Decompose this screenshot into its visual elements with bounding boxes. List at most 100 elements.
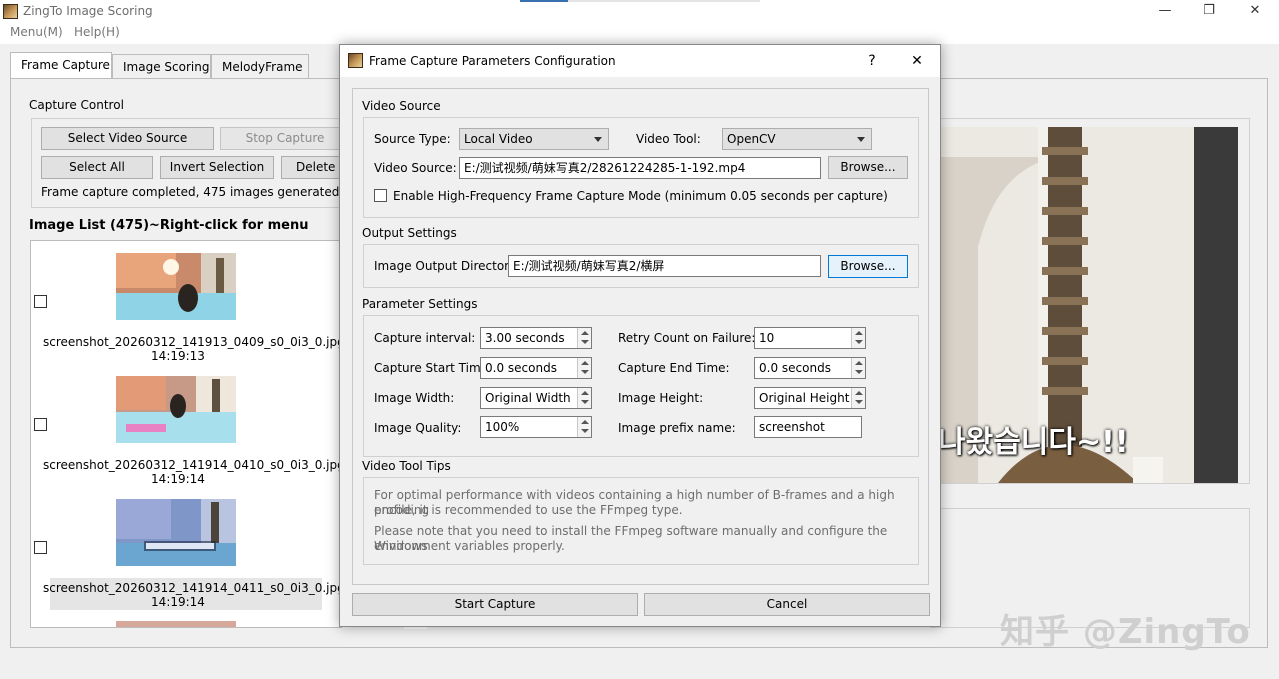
image-width-label: Image Width: — [374, 391, 455, 405]
item-time: 14:19:14 — [151, 595, 205, 609]
item-filename: screenshot_20260312_141914_0410_s0_0i3_0… — [43, 458, 345, 472]
taskbar-accent — [520, 0, 568, 2]
output-directory-label: Image Output Directory: — [374, 259, 520, 273]
window-title: ZingTo Image Scoring — [23, 4, 153, 18]
end-time-value: 0.0 seconds — [759, 361, 831, 375]
preview-image: 나왔습니다~!! — [938, 127, 1238, 483]
video-source-field[interactable]: E:/测试视频/萌妹写真2/28261224285-1-192.mp4 — [459, 157, 821, 179]
capture-interval-label: Capture interval: — [374, 331, 476, 345]
list-item[interactable]: screenshot_20260312_141913_0409_s0_0i3_0… — [31, 241, 345, 363]
stop-capture-button[interactable]: Stop Capture — [220, 127, 350, 150]
retry-count-stepper[interactable]: 10 — [754, 327, 866, 349]
output-settings-section-label: Output Settings — [362, 226, 457, 240]
high-frequency-checkbox[interactable] — [374, 189, 387, 202]
image-height-value: Original Height — [759, 391, 850, 405]
arrow-down-icon — [581, 370, 589, 374]
video-tool-value: OpenCV — [727, 132, 776, 146]
thumbnail-image — [116, 621, 236, 627]
retry-count-label: Retry Count on Failure: — [618, 331, 756, 345]
arrow-down-icon — [855, 400, 863, 404]
browse-output-button[interactable]: Browse... — [828, 255, 908, 278]
high-frequency-label: Enable High-Frequency Frame Capture Mode… — [393, 189, 888, 203]
item-checkbox[interactable] — [34, 541, 47, 554]
minimize-icon[interactable]: — — [1157, 3, 1173, 19]
list-item[interactable]: screenshot_20260312_141914_0411_s0_0i3_0… — [31, 487, 345, 610]
arrow-down-icon — [855, 340, 863, 344]
source-type-value: Local Video — [464, 132, 533, 146]
frame-capture-dialog: Frame Capture Parameters Configuration ?… — [339, 44, 941, 627]
video-tool-label: Video Tool: — [636, 132, 701, 146]
image-width-stepper[interactable]: Original Width — [480, 387, 592, 409]
item-checkbox[interactable] — [34, 295, 47, 308]
dialog-title: Frame Capture Parameters Configuration — [369, 54, 616, 68]
arrow-up-icon — [855, 331, 863, 335]
item-checkbox[interactable] — [34, 418, 47, 431]
start-time-stepper[interactable]: 0.0 seconds — [480, 357, 592, 379]
arrow-up-icon — [581, 331, 589, 335]
tab-image-scoring[interactable]: Image Scoring — [112, 54, 211, 78]
invert-selection-button[interactable]: Invert Selection — [160, 156, 274, 179]
capture-control-label: Capture Control — [29, 98, 124, 112]
item-filename: screenshot_20260312_141913_0409_s0_0i3_0… — [43, 335, 345, 349]
start-capture-button[interactable]: Start Capture — [352, 593, 638, 616]
arrow-up-icon — [855, 391, 863, 395]
spinner-buttons[interactable] — [577, 358, 591, 378]
retry-count-value: 10 — [759, 331, 775, 345]
title-bar — [0, 0, 1279, 23]
browse-video-button[interactable]: Browse... — [828, 156, 908, 179]
image-quality-stepper[interactable]: 100% — [480, 416, 592, 438]
spinner-buttons[interactable] — [851, 388, 865, 408]
end-time-label: Capture End Time: — [618, 361, 730, 375]
image-quality-value: 100% — [485, 420, 520, 434]
preview-subtitle: 나왔습니다~!! — [938, 425, 1129, 460]
item-time: 14:19:13 — [151, 349, 205, 363]
arrow-down-icon — [581, 429, 589, 433]
video-tool-tips-section-label: Video Tool Tips — [362, 459, 451, 473]
spinner-buttons[interactable] — [851, 328, 865, 348]
capture-interval-value: 3.00 seconds — [485, 331, 565, 345]
spinner-buttons[interactable] — [577, 417, 591, 437]
tab-frame-capture[interactable]: Frame Capture — [10, 52, 112, 78]
tips-line-2: profile, it is recommended to use the FF… — [374, 503, 683, 517]
image-list-header: Image List (475)~Right-click for menu — [29, 218, 309, 233]
spinner-buttons[interactable] — [577, 328, 591, 348]
start-time-label: Capture Start Time: — [374, 361, 493, 375]
arrow-up-icon — [581, 391, 589, 395]
arrow-down-icon — [581, 340, 589, 344]
help-icon[interactable]: ? — [862, 51, 882, 71]
image-prefix-field[interactable]: screenshot — [754, 416, 862, 438]
image-height-stepper[interactable]: Original Height — [754, 387, 866, 409]
chevron-down-icon — [594, 137, 602, 142]
video-tool-select[interactable]: OpenCV — [722, 128, 872, 150]
arrow-up-icon — [581, 420, 589, 424]
select-video-source-button[interactable]: Select Video Source — [41, 127, 214, 150]
spinner-buttons[interactable] — [851, 358, 865, 378]
list-item[interactable]: screenshot_20260312_141914_0410_s0_0i3_0… — [31, 364, 345, 486]
app-icon — [3, 4, 18, 19]
source-type-select[interactable]: Local Video — [459, 128, 609, 150]
tab-melodyframe[interactable]: MelodyFrame — [211, 54, 309, 78]
capture-interval-stepper[interactable]: 3.00 seconds — [480, 327, 592, 349]
video-source-section-label: Video Source — [362, 99, 441, 113]
select-all-button[interactable]: Select All — [41, 156, 153, 179]
close-icon[interactable]: ✕ — [907, 51, 927, 71]
menu-bar — [0, 23, 1279, 44]
output-directory-field[interactable]: E:/测试视频/萌妹写真2/横屏 — [508, 255, 821, 277]
close-icon[interactable]: ✕ — [1247, 3, 1263, 19]
image-prefix-label: Image prefix name: — [618, 421, 736, 435]
source-type-label: Source Type: — [374, 132, 451, 146]
cancel-button[interactable]: Cancel — [644, 593, 930, 616]
image-quality-label: Image Quality: — [374, 421, 462, 435]
end-time-stepper[interactable]: 0.0 seconds — [754, 357, 866, 379]
item-filename: screenshot_20260312_141914_0411_s0_0i3_0… — [43, 581, 345, 595]
thumbnail-image — [116, 253, 236, 320]
menu-item-menu[interactable]: Menu(M) — [10, 25, 63, 39]
capture-status: Frame capture completed, 475 images gene… — [41, 185, 339, 199]
maximize-icon[interactable]: ❐ — [1201, 3, 1217, 19]
menu-item-help[interactable]: Help(H) — [74, 25, 120, 39]
chevron-down-icon — [857, 137, 865, 142]
arrow-up-icon — [855, 361, 863, 365]
spinner-buttons[interactable] — [577, 388, 591, 408]
thumbnail-image — [116, 499, 236, 566]
start-time-value: 0.0 seconds — [485, 361, 557, 375]
